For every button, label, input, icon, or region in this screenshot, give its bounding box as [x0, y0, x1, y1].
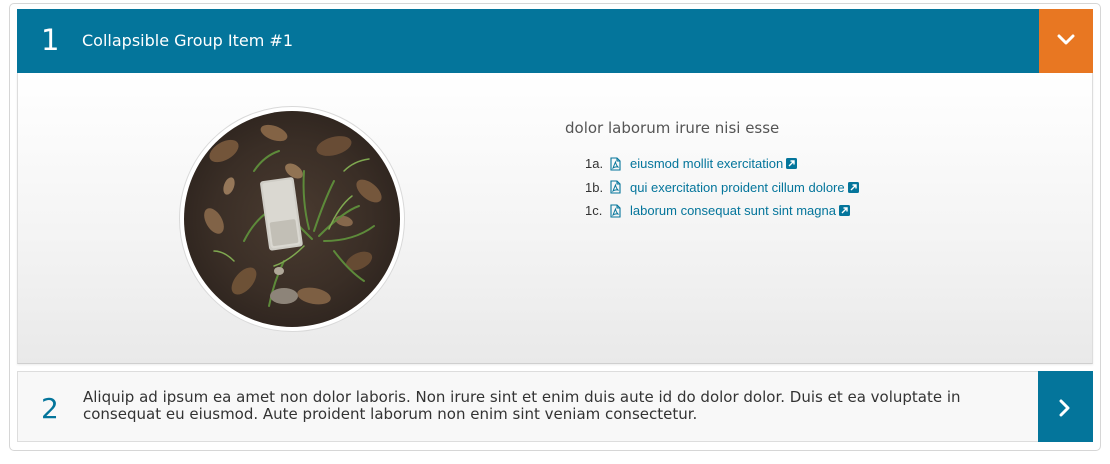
expand-toggle-button[interactable]: [1038, 371, 1093, 442]
list-index: 1a.: [585, 156, 604, 172]
document-link[interactable]: qui exercitation proident cillum dolore: [630, 180, 845, 195]
list-index: 1b.: [585, 179, 604, 195]
item-title: Aliquip ad ipsum ea amet non dolor labor…: [83, 388, 961, 423]
accordion-item-1-body: dolor laborum irure nisi esse 1a. eiusmo…: [17, 73, 1093, 364]
document-link[interactable]: laborum consequat sunt sint magna: [630, 203, 836, 218]
chevron-down-icon: [1057, 34, 1075, 45]
list-index: 1c.: [585, 203, 603, 219]
collapse-toggle-button[interactable]: [1039, 9, 1093, 73]
item-number: 1: [41, 23, 60, 57]
pdf-icon: [610, 204, 621, 218]
external-link-icon: [786, 158, 798, 170]
pdf-icon: [610, 180, 621, 194]
document-link[interactable]: eiusmod mollit exercitation: [630, 156, 783, 171]
chevron-right-icon: [1059, 399, 1070, 417]
list-item: 1c. laborum consequat sunt sint magna: [585, 199, 859, 223]
list-item: 1b. qui exercitation proident cillum dol…: [585, 176, 859, 200]
item-number: 2: [41, 392, 59, 425]
photo-frame: [179, 106, 405, 332]
accordion-item-2-header[interactable]: 2 Aliquip ad ipsum ea amet non dolor lab…: [17, 371, 1093, 442]
item-title: Collapsible Group Item #1: [82, 31, 294, 50]
accordion-item-1-header[interactable]: 1 Collapsible Group Item #1: [17, 9, 1093, 73]
external-link-icon: [847, 181, 859, 193]
pdf-icon: [610, 157, 621, 171]
list-item: 1a. eiusmod mollit exercitation: [585, 152, 859, 176]
document-link-list: 1a. eiusmod mollit exercitation 1b. qui …: [585, 152, 859, 223]
content-photo: [184, 111, 400, 327]
content-heading: dolor laborum irure nisi esse: [565, 119, 780, 137]
external-link-icon: [838, 205, 850, 217]
